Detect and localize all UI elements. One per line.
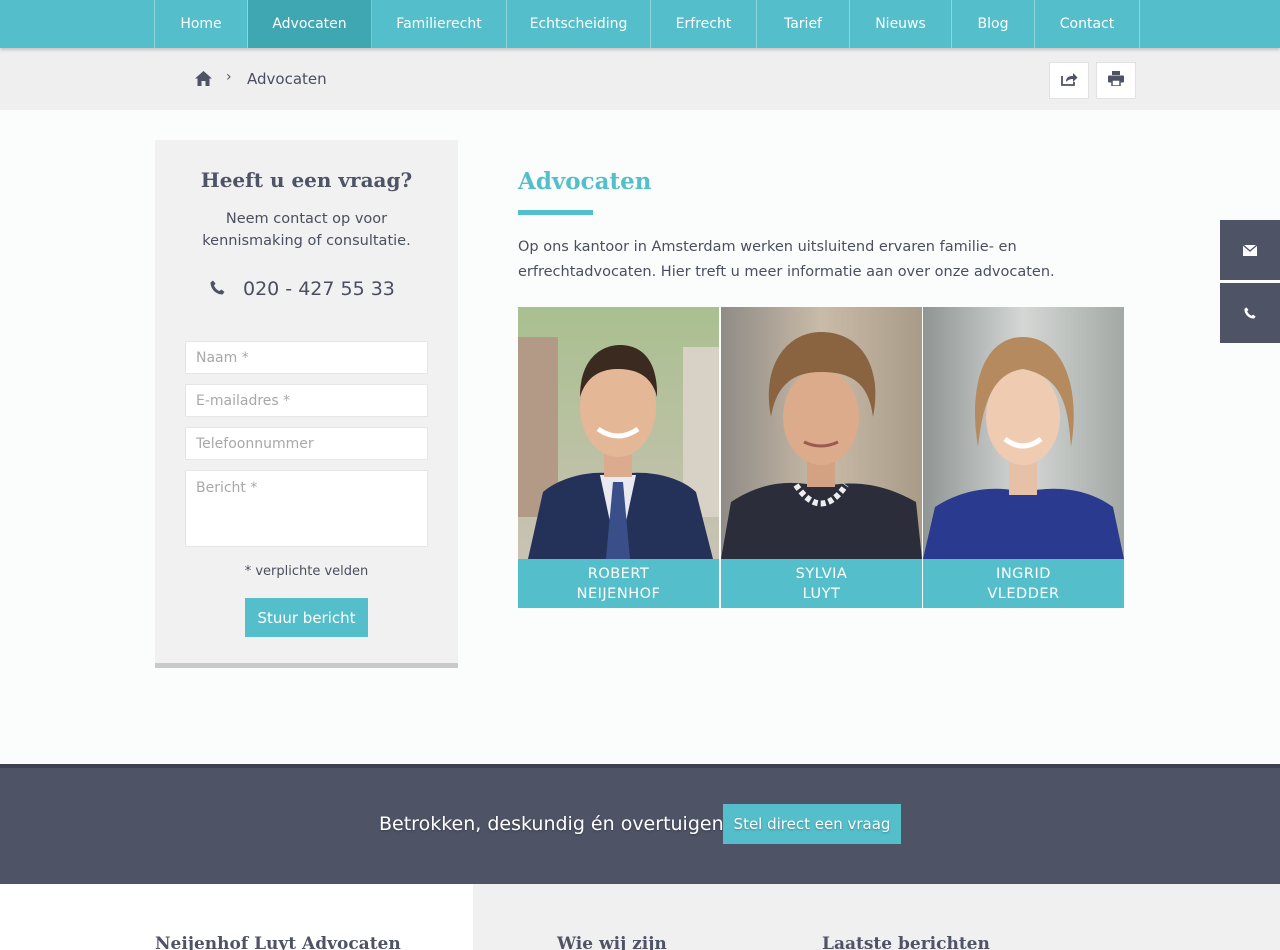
nav-item-blog[interactable]: Blog xyxy=(952,0,1035,48)
print-icon xyxy=(1108,71,1124,90)
side-phone-button[interactable] xyxy=(1220,283,1280,343)
home-icon[interactable] xyxy=(195,71,212,86)
sidebar-subtitle: Neem contact op voor kennismaking of con… xyxy=(202,211,411,249)
cta-text: Betrokken, deskundig én overtuigend xyxy=(379,813,736,835)
lawyer-photo xyxy=(518,307,719,559)
lawyer-card-robert[interactable]: ROBERT NEIJENHOF xyxy=(518,307,719,608)
page-title: Advocaten xyxy=(518,168,652,195)
message-field[interactable] xyxy=(185,470,428,547)
title-underline xyxy=(518,210,593,215)
breadcrumb-current: Advocaten xyxy=(247,70,327,88)
lawyer-photo xyxy=(923,307,1124,559)
sidebar-phone[interactable]: 020 - 427 55 33 xyxy=(210,278,395,300)
intro-text: Op ons kantoor in Amsterdam werken uitsl… xyxy=(518,239,1055,280)
nav-item-familierecht[interactable]: Familierecht xyxy=(372,0,507,48)
name-field[interactable] xyxy=(185,341,428,374)
send-message-button[interactable]: Stuur bericht xyxy=(245,598,368,637)
share-icon xyxy=(1060,71,1078,90)
lawyer-first-name: ROBERT xyxy=(587,566,650,582)
phone-field[interactable] xyxy=(185,427,428,460)
footer-about-title: Wie wij zijn xyxy=(557,934,667,950)
lawyer-card-sylvia[interactable]: SYLVIA LUYT xyxy=(721,307,922,608)
nav-item-home[interactable]: Home xyxy=(155,0,248,48)
nav-item-echtscheiding[interactable]: Echtscheiding xyxy=(507,0,651,48)
side-mail-button[interactable] xyxy=(1220,220,1280,280)
contact-sidebar: Heeft u een vraag? Neem contact op voor … xyxy=(155,140,458,668)
nav-item-nieuws[interactable]: Nieuws xyxy=(850,0,952,48)
nav-item-advocaten[interactable]: Advocaten xyxy=(248,0,372,48)
footer-company-title: Neijenhof Luyt Advocaten xyxy=(155,934,401,950)
print-button[interactable] xyxy=(1096,62,1136,99)
lawyer-first-name: SYLVIA xyxy=(795,566,848,582)
phone-icon xyxy=(210,278,225,300)
lawyer-first-name: INGRID xyxy=(996,566,1051,582)
footer-latest-title: Laatste berichten xyxy=(822,934,990,950)
nav-item-contact[interactable]: Contact xyxy=(1035,0,1140,48)
breadcrumb-separator: › xyxy=(226,69,232,85)
nav-item-tarief[interactable]: Tarief xyxy=(757,0,850,48)
lawyer-last-name: NEIJENHOF xyxy=(576,586,661,602)
lawyer-name: INGRID VLEDDER xyxy=(923,559,1124,608)
breadcrumb: › Advocaten xyxy=(0,48,1280,110)
lawyer-name: SYLVIA LUYT xyxy=(721,559,922,608)
envelope-icon xyxy=(1242,241,1258,260)
email-field[interactable] xyxy=(185,384,428,417)
main-nav: Home Advocaten Familierecht Echtscheidin… xyxy=(0,0,1280,48)
share-button[interactable] xyxy=(1049,62,1089,99)
cta-band: Betrokken, deskundig én overtuigend Stel… xyxy=(0,764,1280,884)
lawyer-card-ingrid[interactable]: INGRID VLEDDER xyxy=(923,307,1124,608)
sidebar-title: Heeft u een vraag? xyxy=(200,168,413,192)
phone-icon xyxy=(1244,304,1256,323)
lawyer-last-name: VLEDDER xyxy=(987,586,1060,602)
lawyer-last-name: LUYT xyxy=(802,586,841,602)
lawyer-photo xyxy=(721,307,922,559)
nav-item-erfrecht[interactable]: Erfrecht xyxy=(651,0,757,48)
sidebar-phone-number: 020 - 427 55 33 xyxy=(243,278,395,300)
ask-question-button[interactable]: Stel direct een vraag xyxy=(723,804,901,844)
required-note: * verplichte velden xyxy=(244,564,369,579)
lawyer-name: ROBERT NEIJENHOF xyxy=(518,559,719,608)
